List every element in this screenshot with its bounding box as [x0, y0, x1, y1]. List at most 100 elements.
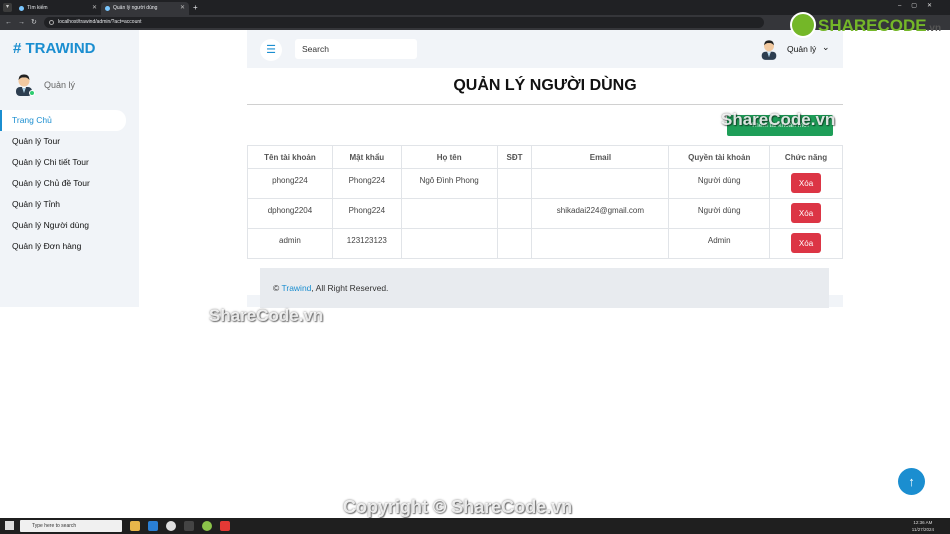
app-icon[interactable]: [220, 521, 230, 531]
sidebar: # TRAWIND Quản lý Trang Chủ Quản lý Tour…: [0, 30, 139, 307]
watermark-text: ShareCode.vn: [209, 306, 324, 325]
page-viewport: # TRAWIND Quản lý Trang Chủ Quản lý Tour…: [0, 30, 950, 518]
scroll-to-top-button[interactable]: ↑: [898, 468, 925, 495]
top-navbar: ☰ Quản lý ⌄: [247, 30, 843, 68]
site-info-icon[interactable]: [49, 20, 54, 25]
recycle-icon: [790, 12, 816, 38]
blank-gap: [139, 30, 247, 307]
cell-password: Phong224: [331, 168, 402, 199]
url-text: localhost/trawind/admin/?act=account: [58, 19, 142, 25]
brand-logo[interactable]: # TRAWIND: [13, 40, 96, 57]
cell-username: phong224: [247, 168, 333, 199]
footer-suffix: , All Right Reserved.: [311, 283, 389, 293]
forward-icon[interactable]: →: [18, 18, 25, 27]
logo-text: SHARECODE.vn: [818, 16, 941, 36]
windows-taskbar: Type here to search 12:36 AM 11/27/2024: [0, 518, 950, 534]
logo-suffix: .vn: [926, 23, 942, 34]
column-header: SĐT: [496, 145, 533, 169]
app-icon[interactable]: [202, 521, 212, 531]
window-controls[interactable]: –▢✕: [898, 2, 942, 9]
delete-button[interactable]: Xóa: [791, 203, 822, 223]
tab-title: Quản lý người dùng: [113, 5, 158, 11]
sidebar-item-users[interactable]: Quản lý Người dùng: [0, 215, 139, 236]
cell-role: Admin: [668, 228, 771, 259]
column-header: Tên tài khoản: [247, 145, 333, 169]
cell-username: admin: [247, 228, 333, 259]
sidebar-item-tour-details[interactable]: Quản lý Chi tiết Tour: [0, 152, 139, 173]
cell-role: Người dùng: [668, 168, 771, 199]
users-table: Tên tài khoản Mật khẩu Họ tên SĐT Email …: [247, 145, 843, 259]
cell-actions: Xóa: [769, 198, 843, 229]
user-menu-label[interactable]: Quản lý: [787, 44, 816, 54]
cell-phone: [496, 168, 533, 199]
cell-role: Người dùng: [668, 198, 771, 229]
main-area: ☰ Quản lý ⌄ QUẢN LÝ NGƯỜI DÙNG Thêm tài …: [247, 30, 843, 308]
cell-username: dphong2204: [247, 198, 333, 229]
windows-start-icon[interactable]: [5, 521, 14, 530]
taskbar-search[interactable]: Type here to search: [20, 520, 122, 532]
tab-favicon-icon: [105, 6, 110, 11]
page-footer: © Trawind, All Right Reserved.: [260, 268, 829, 308]
browser-tab-search[interactable]: Tìm kiếm ✕: [15, 2, 101, 15]
sidebar-menu: Trang Chủ Quản lý Tour Quản lý Chi tiết …: [0, 110, 139, 257]
cell-actions: Xóa: [769, 168, 843, 199]
clock-date: 11/27/2024: [911, 527, 934, 532]
sidebar-item-tour-topics[interactable]: Quản lý Chủ đề Tour: [0, 173, 139, 194]
delete-button[interactable]: Xóa: [791, 173, 822, 193]
cell-email: [531, 228, 670, 259]
avatar[interactable]: [759, 38, 779, 60]
table-header-row: Tên tài khoản Mật khẩu Họ tên SĐT Email …: [247, 145, 843, 169]
close-icon[interactable]: ✕: [180, 2, 185, 15]
content-card: QUẢN LÝ NGƯỜI DÙNG Thêm tài khoản mới Tê…: [247, 68, 843, 295]
cell-phone: [496, 228, 533, 259]
sidebar-user-name: Quản lý: [44, 80, 76, 90]
cell-fullname: Ngô Đình Phong: [400, 168, 498, 199]
chevron-down-icon[interactable]: ⌄: [822, 42, 830, 53]
table-row: phong224 Phong224 Ngô Đình Phong Người d…: [247, 168, 843, 199]
cell-password: Phong224: [331, 198, 402, 229]
column-header: Mật khẩu: [331, 145, 402, 169]
sidebar-item-provinces[interactable]: Quản lý Tỉnh: [0, 194, 139, 215]
close-icon[interactable]: ✕: [92, 2, 97, 15]
cell-email: shikadai224@gmail.com: [531, 198, 670, 229]
tab-search-icon[interactable]: ▾: [3, 3, 12, 12]
sidebar-item-orders[interactable]: Quản lý Đơn hàng: [0, 236, 139, 257]
logo-word: SHARECODE: [818, 16, 927, 35]
search-input[interactable]: [295, 39, 417, 59]
reload-icon[interactable]: ↻: [31, 18, 37, 27]
terminal-icon[interactable]: [184, 521, 194, 531]
tab-favicon-icon: [19, 6, 24, 11]
column-header: Quyền tài khoản: [668, 145, 771, 169]
cell-email: [531, 168, 670, 199]
online-status-dot: [29, 90, 35, 96]
browser-tab-active[interactable]: Quản lý người dùng ✕: [101, 2, 189, 15]
system-clock[interactable]: 12:36 AM 11/27/2024: [912, 519, 934, 533]
footer-copyright: © Trawind, All Right Reserved.: [273, 283, 388, 293]
cell-actions: Xóa: [769, 228, 843, 259]
delete-button[interactable]: Xóa: [791, 233, 822, 253]
file-explorer-icon[interactable]: [130, 521, 140, 531]
cell-fullname: [400, 198, 498, 229]
back-icon[interactable]: ←: [5, 18, 12, 27]
new-tab-icon[interactable]: +: [193, 2, 198, 13]
column-header: Chức năng: [769, 145, 843, 169]
page-title: QUẢN LÝ NGƯỜI DÙNG: [453, 77, 637, 94]
column-header: Email: [531, 145, 670, 169]
column-header: Họ tên: [400, 145, 498, 169]
table-row: admin 123123123 Admin Xóa: [247, 228, 843, 259]
cell-phone: [496, 198, 533, 229]
menu-toggle-icon[interactable]: ☰: [260, 39, 282, 61]
cell-password: 123123123: [331, 228, 402, 259]
cell-fullname: [400, 228, 498, 259]
watermark-text: ShareCode.vn: [721, 110, 836, 129]
url-field[interactable]: localhost/trawind/admin/?act=account: [44, 17, 764, 28]
title-divider: [247, 104, 843, 105]
table-row: dphong2204 Phong224 shikadai224@gmail.co…: [247, 198, 843, 229]
sharecode-logo: SHARECODE.vn: [790, 12, 941, 40]
sidebar-item-tours[interactable]: Quản lý Tour: [0, 131, 139, 152]
vscode-icon[interactable]: [148, 521, 158, 531]
sidebar-item-home[interactable]: Trang Chủ: [0, 110, 126, 131]
footer-brand-link[interactable]: Trawind: [281, 283, 311, 293]
chrome-icon[interactable]: [166, 521, 176, 531]
tab-title: Tìm kiếm: [27, 5, 48, 11]
